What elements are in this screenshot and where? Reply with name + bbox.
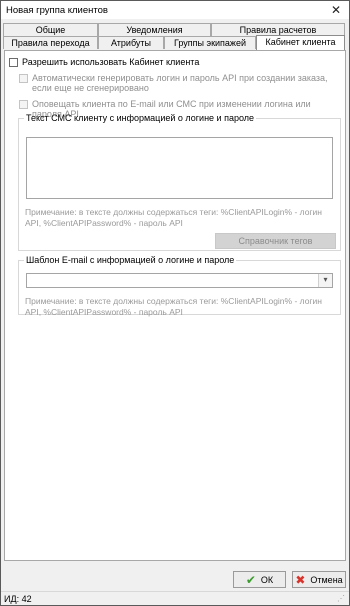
allow-cabinet-label: Разрешить использовать Кабинет клиента: [22, 57, 200, 67]
ok-label: ОК: [260, 574, 274, 585]
sms-text-input[interactable]: [26, 137, 333, 199]
email-group-legend: Шаблон E-mail с информацией о логине и п…: [26, 255, 235, 265]
tab-transition-rules[interactable]: Правила перехода: [3, 36, 98, 49]
tab-crew-groups[interactable]: Группы экипажей: [164, 36, 256, 49]
cross-icon: ✖: [295, 572, 306, 587]
cancel-label: Отмена: [310, 574, 343, 585]
tab-client-cabinet[interactable]: Кабинет клиента: [256, 35, 345, 50]
tags-reference-button[interactable]: Справочник тегов: [215, 233, 336, 249]
title-bar: Новая группа клиентов ✕: [1, 1, 349, 19]
record-id: ИД: 42: [4, 594, 32, 604]
email-note: Примечание: в тексте должны содержаться …: [25, 296, 322, 317]
tab-panel-client-cabinet: Разрешить использовать Кабинет клиента А…: [4, 50, 346, 561]
resize-grip-icon[interactable]: ⋰: [337, 594, 347, 604]
allow-cabinet-row: Разрешить использовать Кабинет клиента: [9, 57, 199, 67]
sms-group-legend: Текст СМС клиенту с информацией о логине…: [26, 113, 255, 123]
close-icon[interactable]: ✕: [329, 3, 343, 17]
email-template-select[interactable]: ▾: [26, 273, 333, 288]
tab-general[interactable]: Общие: [3, 23, 98, 36]
auto-generate-checkbox[interactable]: [19, 74, 28, 83]
chevron-down-icon[interactable]: ▾: [318, 274, 332, 287]
check-icon: ✔: [245, 572, 256, 587]
sms-note: Примечание: в тексте должны содержаться …: [25, 207, 322, 228]
auto-generate-row: Автоматически генерировать логин и парол…: [19, 73, 339, 93]
dialog-window: Новая группа клиентов ✕ Общие Уведомлени…: [0, 0, 350, 606]
tab-attributes[interactable]: Атрибуты: [98, 36, 164, 49]
ok-button[interactable]: ✔ ОК: [233, 571, 286, 588]
auto-generate-label: Автоматически генерировать логин и парол…: [32, 73, 328, 93]
tab-strip: Общие Уведомления Правила расчетов Прави…: [1, 19, 349, 53]
status-bar: ИД: 42 ⋰: [1, 591, 349, 605]
notify-client-checkbox[interactable]: [19, 100, 28, 109]
allow-cabinet-checkbox[interactable]: [9, 58, 18, 67]
window-title: Новая группа клиентов: [6, 5, 108, 16]
tab-notifications[interactable]: Уведомления: [98, 23, 211, 36]
email-template-group: Шаблон E-mail с информацией о логине и п…: [18, 255, 341, 317]
sms-template-group: Текст СМС клиенту с информацией о логине…: [18, 113, 341, 251]
cancel-button[interactable]: ✖ Отмена: [292, 571, 346, 588]
